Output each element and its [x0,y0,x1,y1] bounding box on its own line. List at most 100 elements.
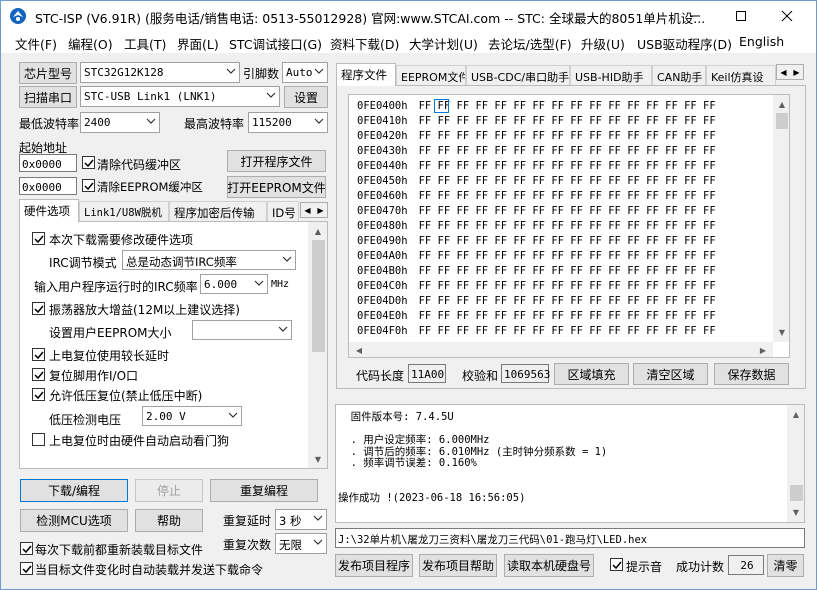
scan-port-button[interactable]: 扫描串口 [19,86,77,108]
menu-university[interactable]: 大学计划(U) [409,34,478,53]
power-delay-checkbox[interactable] [32,348,45,361]
left-tab-scroll[interactable]: ◀ ▶ [300,202,328,218]
settings-button[interactable]: 设置 [284,86,328,108]
stop-button[interactable]: 停止 [135,479,203,502]
max-baud-select[interactable]: 115200 [248,112,328,133]
sound-checkbox[interactable] [610,558,623,571]
chip-model-select[interactable]: STC32G12K128 [80,62,240,83]
title-bar[interactable]: STC-ISP (V6.91R) (服务电话/销售电话: 0513-550129… [1,1,816,31]
chevron-left-icon[interactable]: ◀ [352,343,366,357]
repeat-delay-select[interactable]: 3 秒 [275,509,327,530]
chevron-right-icon[interactable]: ▶ [756,343,770,357]
hex-row[interactable]: 0FE04D0h FF FF FF FF FF FF FF FF FF FF FF… [357,295,716,310]
hex-row[interactable]: 0FE0480h FF FF FF FF FF FF FF FF FF FF FF… [357,220,716,235]
right-tab-scroll[interactable]: ◀ ▶ [776,64,804,80]
read-disk-id-button[interactable]: 读取本机硬盘号 [504,554,594,577]
tab-program-file[interactable]: 程序文件 [336,63,396,86]
minimize-button[interactable] [672,1,718,31]
tab-usb-cdc-serial[interactable]: USB-CDC/串口助手 [466,65,570,85]
log-scrollbar[interactable]: ▲ ▼ [787,405,804,522]
min-baud-select[interactable]: 2400 [80,112,160,133]
modify-hw-options-checkbox[interactable] [32,232,45,245]
port-select[interactable]: STC-USB Link1 (LNK1) [80,86,280,107]
chevron-right-icon[interactable]: ▶ [790,65,803,79]
pin-count-select[interactable]: Auto [282,62,328,83]
hex-hscrollbar[interactable]: ◀ ▶ [349,342,773,357]
clear-area-button[interactable]: 清空区域 [633,363,708,385]
lvd-voltage-select[interactable]: 2.00 V [142,406,242,426]
publish-project-button[interactable]: 发布项目程序 [335,554,413,577]
log-output[interactable]: 固件版本号: 7.4.5U . 用户设定频率: 6.000MHz . 调节后的频… [335,404,805,523]
help-button[interactable]: 帮助 [135,509,203,532]
tab-keil-sim[interactable]: Keil仿真设 [706,65,776,85]
tab-usb-hid[interactable]: USB-HID助手 [570,65,652,85]
hex-row[interactable]: 0FE04B0h FF FF FF FF FF FF FF FF FF FF FF… [357,265,716,280]
auto-send-on-change-checkbox[interactable] [20,562,33,575]
tab-eeprom-file[interactable]: EEPROM文件 [396,65,466,85]
lvd-reset-checkbox[interactable] [32,388,45,401]
scrollbar-thumb[interactable] [776,113,788,129]
menu-usb-driver[interactable]: USB驱动程序(D) [637,34,732,53]
hex-row[interactable]: 0FE04E0h FF FF FF FF FF FF FF FF FF FF FF… [357,310,716,325]
chevron-left-icon[interactable]: ◀ [777,65,790,79]
eeprom-size-select[interactable]: 1 K [192,320,292,340]
hex-row[interactable]: 0FE04C0h FF FF FF FF FF FF FF FF FF FF FF… [357,280,716,295]
scrollbar-thumb[interactable] [790,485,803,501]
open-program-file-button[interactable]: 打开程序文件 [227,150,326,172]
clear-eeprom-buffer-checkbox[interactable] [82,179,95,192]
hex-view[interactable]: 0FE0400h FF FF FF FF FF FF FF FF FF FF FF… [348,94,790,358]
osc-gain-checkbox[interactable] [32,302,45,315]
tab-can-assistant[interactable]: CAN助手 [652,65,706,85]
chevron-up-icon[interactable]: ▲ [775,97,789,111]
menu-file[interactable]: 文件(F) [15,34,57,53]
scrollbar-thumb[interactable] [312,240,325,352]
tab-link1-offline[interactable]: Link1/U8W脱机 [79,201,169,221]
clear-count-button[interactable]: 清零 [767,554,804,577]
hex-row[interactable]: 0FE0460h FF FF FF FF FF FF FF FF FF FF FF… [357,190,716,205]
tab-encrypted-transfer[interactable]: 程序加密后传输 [169,201,267,221]
hex-row[interactable]: 0FE04F0h FF FF FF FF FF FF FF FF FF FF FF… [357,325,716,340]
detect-mcu-button[interactable]: 检测MCU选项 [20,509,128,532]
menu-interface[interactable]: 界面(L) [177,34,219,53]
menu-debug-interface[interactable]: STC调试接口(G) [229,34,322,53]
reload-before-download-checkbox[interactable] [20,542,33,555]
repeat-program-button[interactable]: 重复编程 [210,479,318,502]
maximize-button[interactable] [718,1,764,31]
tab-hardware-options[interactable]: 硬件选项 [19,199,79,222]
clear-code-buffer-checkbox[interactable] [82,156,95,169]
watchdog-checkbox[interactable] [32,433,45,446]
hex-row[interactable]: 0FE0430h FF FF FF FF FF FF FF FF FF FF FF… [357,145,716,160]
hex-row[interactable]: 0FE04A0h FF FF FF FF FF FF FF FF FF FF FF… [357,250,716,265]
irc-mode-select[interactable]: 总是动态调节IRC频率 [122,250,296,270]
chevron-left-icon[interactable]: ◀ [301,203,314,217]
menu-english[interactable]: English [739,34,784,49]
menu-forum[interactable]: 去论坛/选型(F) [488,34,572,53]
download-program-button[interactable]: 下载/编程 [20,479,128,502]
chevron-down-icon[interactable]: ▼ [789,505,803,519]
menu-upgrade[interactable]: 升级(U) [581,34,625,53]
hex-row[interactable]: 0FE0450h FF FF FF FF FF FF FF FF FF FF FF… [357,175,716,190]
hex-row[interactable]: 0FE0410h FF FF FF FF FF FF FF FF FF FF FF… [357,115,716,130]
hex-row[interactable]: 0FE0470h FF FF FF FF FF FF FF FF FF FF FF… [357,205,716,220]
hex-row[interactable]: 0FE0490h FF FF FF FF FF FF FF FF FF FF FF… [357,235,716,250]
chevron-up-icon[interactable]: ▲ [789,407,803,421]
chip-model-button[interactable]: 芯片型号 [19,62,77,84]
tab-id-number[interactable]: ID号 [267,201,299,221]
publish-help-button[interactable]: 发布项目帮助 [419,554,497,577]
menu-program[interactable]: 编程(O) [68,34,113,53]
irc-frequency-select[interactable]: 6.000 [200,274,268,294]
chevron-up-icon[interactable]: ▲ [311,224,325,238]
hex-row[interactable]: 0FE0400h FF FF FF FF FF FF FF FF FF FF FF… [357,100,716,115]
chevron-down-icon[interactable]: ▼ [311,452,325,466]
hex-row[interactable]: 0FE0440h FF FF FF FF FF FF FF FF FF FF FF… [357,160,716,175]
hex-vscrollbar[interactable]: ▲ ▼ [773,95,789,342]
chevron-down-icon[interactable]: ▼ [775,325,789,339]
fill-area-button[interactable]: 区域填充 [554,363,629,385]
chevron-right-icon[interactable]: ▶ [314,203,327,217]
hex-row[interactable]: 0FE0420h FF FF FF FF FF FF FF FF FF FF FF… [357,130,716,145]
close-button[interactable] [764,1,810,31]
reset-pin-io-checkbox[interactable] [32,368,45,381]
save-data-button[interactable]: 保存数据 [714,363,789,385]
eeprom-address-input[interactable]: 0x0000 [19,177,77,195]
hw-options-scrollbar[interactable]: ▲ ▼ [308,222,327,468]
